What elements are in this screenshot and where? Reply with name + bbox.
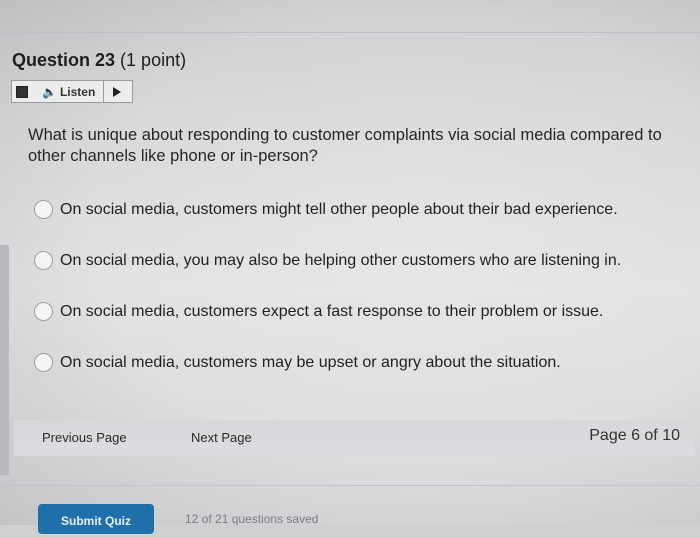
speaker-icon[interactable]: 🔈 [42, 85, 57, 99]
answer-option-2[interactable]: On social media, you may also be helping… [34, 251, 621, 270]
answer-option-4[interactable]: On social media, customers may be upset … [34, 353, 561, 372]
answer-option-label: On social media, customers might tell ot… [60, 200, 618, 218]
left-scroll-strip [0, 245, 9, 475]
question-text: What is unique about responding to custo… [28, 126, 662, 165]
answer-option-label: On social media, you may also be helping… [60, 251, 622, 269]
submit-quiz-button[interactable]: Submit Quiz [38, 504, 154, 534]
play-icon[interactable] [113, 86, 122, 97]
answer-option-label: On social media, customers may be upset … [60, 353, 561, 371]
toolbar-divider [103, 81, 105, 102]
stop-icon[interactable] [16, 85, 28, 98]
question-number: Question 23 [12, 50, 116, 70]
answer-option-label: On social media, customers expect a fast… [60, 302, 604, 320]
page-indicator: Page 6 of 10 [589, 427, 680, 444]
radio-button[interactable] [34, 302, 53, 321]
top-divider [0, 32, 700, 33]
saved-status: 12 of 21 questions saved [185, 512, 319, 526]
radio-button[interactable] [34, 200, 53, 219]
question-header: Question 23 (1 point) [12, 50, 186, 71]
radio-button[interactable] [34, 251, 53, 270]
listen-toolbar: 🔈 Listen [11, 80, 133, 103]
answer-option-3[interactable]: On social media, customers expect a fast… [34, 302, 603, 321]
next-page-button[interactable]: Next Page [191, 430, 252, 445]
previous-page-button[interactable]: Previous Page [42, 430, 127, 445]
listen-button[interactable]: Listen [60, 85, 95, 99]
question-points: (1 point) [120, 50, 187, 70]
answer-option-1[interactable]: On social media, customers might tell ot… [34, 200, 618, 219]
bottom-divider [0, 485, 700, 486]
radio-button[interactable] [34, 353, 53, 372]
